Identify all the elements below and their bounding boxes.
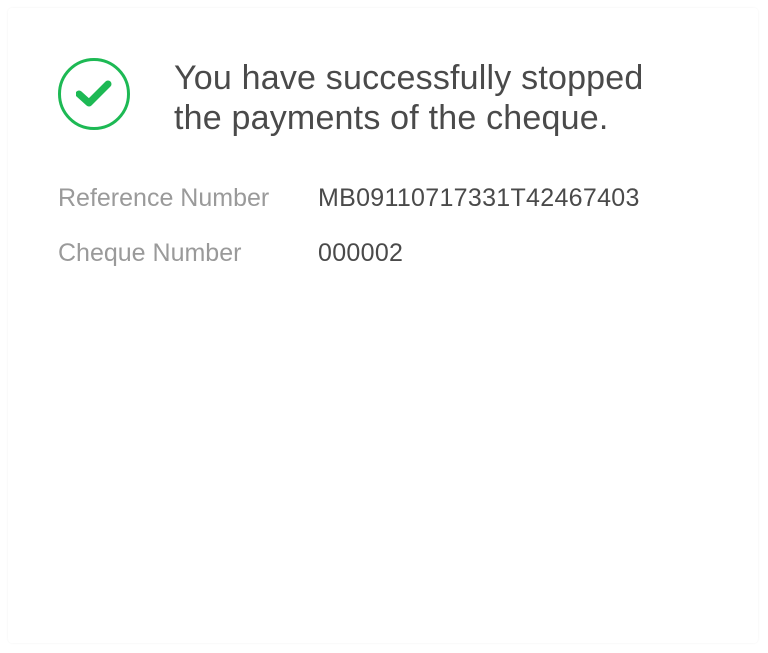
check-circle-icon [58,58,130,130]
reference-number-label: Reference Number [58,184,270,212]
confirmation-card: You have successfully stopped the paymen… [8,8,758,643]
details-list: Reference Number MB09110717331T42467403 … [58,184,640,294]
success-header: You have successfully stopped the paymen… [58,58,694,138]
checkmark-icon [76,80,112,107]
detail-row-cheque: Cheque Number 000002 [58,239,640,294]
cheque-number-value: 000002 [318,239,404,267]
cheque-number-label: Cheque Number [58,239,242,267]
success-message: You have successfully stopped the paymen… [174,59,644,137]
detail-row-reference: Reference Number MB09110717331T42467403 [58,184,640,239]
reference-number-value: MB09110717331T42467403 [318,184,640,212]
